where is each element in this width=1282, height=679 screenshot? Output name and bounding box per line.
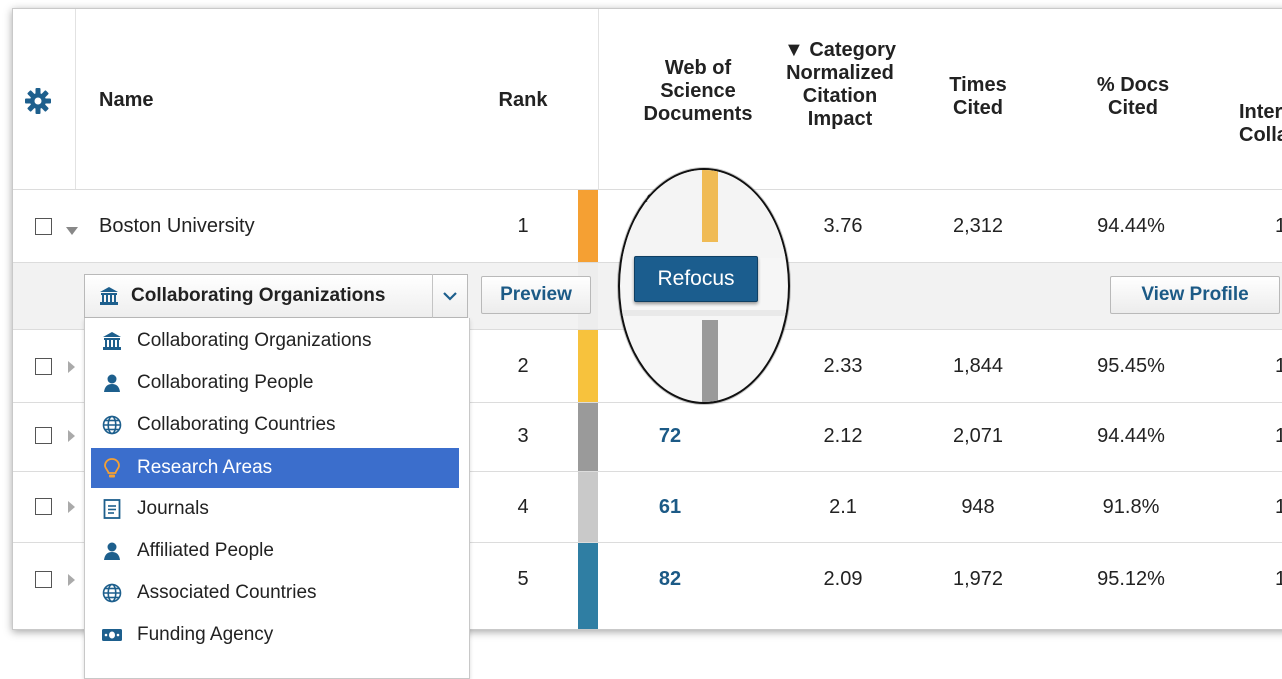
institution-icon [99,286,119,306]
expand-arrow-icon[interactable] [68,361,75,373]
row-docs-cited: 94.44% [1097,425,1165,447]
menu-item-label: Collaborating Organizations [137,330,372,351]
row-times-cited: 2,312 [952,215,1004,237]
row-cnci: 2.12 [823,425,863,447]
person-icon [101,540,123,562]
header-wos-documents[interactable]: Web of Science Documents [633,57,763,126]
menu-item-associated-countries[interactable]: Associated Countries [91,573,459,613]
row-checkbox[interactable] [35,571,52,588]
header-intl-collab[interactable]: InterColla [1239,101,1282,147]
menu-item-research-areas[interactable]: Research Areas [91,448,459,488]
row-checkbox[interactable] [35,218,52,235]
row-docs-cited: 91.8% [1102,496,1160,518]
row-times-cited: 2,071 [952,425,1004,447]
row-rank: 3 [517,425,529,447]
row-checkbox[interactable] [35,427,52,444]
table-header: Name Rank Web of Science Documents ▼ Categ… [13,9,1282,189]
row-intl-collab: 1 [1275,424,1282,448]
row-times-cited: 1,972 [952,568,1004,590]
collapse-arrow-icon[interactable] [66,227,78,235]
row-cnci: 2.33 [823,355,863,377]
expand-arrow-icon[interactable] [68,574,75,586]
row-cnci: 2.1 [829,496,857,518]
lightbulb-icon [101,457,123,479]
preview-button[interactable]: Preview [481,276,591,314]
row-docs[interactable]: 82 [610,567,730,591]
row-docs-cited: 94.44% [1097,215,1165,237]
header-rank[interactable]: Rank [493,89,553,112]
menu-item-label: Collaborating People [137,372,314,393]
menu-item-affiliated-people[interactable]: Affiliated People [91,531,459,571]
menu-item-label: Associated Countries [137,582,317,603]
institution-icon [101,330,123,352]
column-divider [598,9,599,189]
globe-icon [101,414,123,436]
magnifier-divider [620,310,788,316]
menu-item-label: Funding Agency [137,624,274,645]
menu-item-funding-agency[interactable]: Funding Agency [91,615,459,655]
row-color-bar [578,543,598,629]
row-intl-collab: 1 [1275,354,1282,378]
row-docs[interactable]: 61 [610,495,730,519]
analysis-type-menu: Collaborating Organizations Collaboratin… [84,318,470,679]
menu-item-collaborating-people[interactable]: Collaborating People [91,363,459,403]
header-docs-cited[interactable]: % Docs Cited [1083,74,1183,120]
column-divider [75,9,76,189]
row-times-cited: 948 [961,496,995,518]
globe-icon [101,582,123,604]
row-rank: 5 [517,568,529,590]
menu-item-label: Affiliated People [137,540,274,561]
journal-icon [101,498,123,520]
zoom-magnifier: 2 Refocus [618,168,790,404]
header-name[interactable]: Name [99,89,153,112]
row-intl-collab: 1 [1275,495,1282,519]
menu-item-label: Journals [137,498,209,519]
money-icon [101,624,123,646]
gear-icon[interactable] [25,88,51,114]
row-rank: 4 [517,496,529,518]
header-cnci[interactable]: ▼ Category Normalized Citation Impact [775,39,905,131]
menu-item-label: Research Areas [137,457,273,478]
magnifier-bar-orange [702,170,718,242]
row-checkbox[interactable] [35,358,52,375]
analysis-type-select[interactable]: Collaborating Organizations [84,274,468,318]
row-intl-collab: 1 [1275,567,1282,591]
row-times-cited: 1,844 [952,355,1004,377]
row-color-bar [578,190,598,262]
expand-arrow-icon[interactable] [68,430,75,442]
row-color-bar [578,472,598,542]
magnifier-bar-gray [702,320,718,402]
row-rank: 1 [517,215,529,237]
menu-item-collaborating-countries[interactable]: Collaborating Countries [91,405,459,445]
row-cnci: 3.76 [823,215,863,237]
row-name[interactable]: Boston University [99,214,255,238]
row-checkbox[interactable] [35,498,52,515]
menu-item-label: Collaborating Countries [137,414,336,435]
chevron-down-icon[interactable] [433,291,467,301]
row-docs[interactable]: 72 [610,424,730,448]
row-docs-cited: 95.45% [1097,355,1165,377]
magnifier-docs-value: 2 [636,182,649,207]
menu-item-collaborating-organizations[interactable]: Collaborating Organizations [91,321,459,361]
row-intl-collab: 1 [1275,214,1282,238]
row-docs-cited: 95.12% [1097,568,1165,590]
row-cnci: 2.09 [823,568,863,590]
menu-item-journals[interactable]: Journals [91,489,459,529]
header-times-cited[interactable]: Times Cited [933,74,1023,120]
row-color-bar [578,330,598,402]
person-icon [101,372,123,394]
row-rank: 2 [517,355,529,377]
refocus-button[interactable]: Refocus [634,256,758,302]
select-value: Collaborating Organizations [131,285,386,306]
row-color-bar [578,403,598,471]
expand-arrow-icon[interactable] [68,501,75,513]
view-profile-button[interactable]: View Profile [1110,276,1280,314]
